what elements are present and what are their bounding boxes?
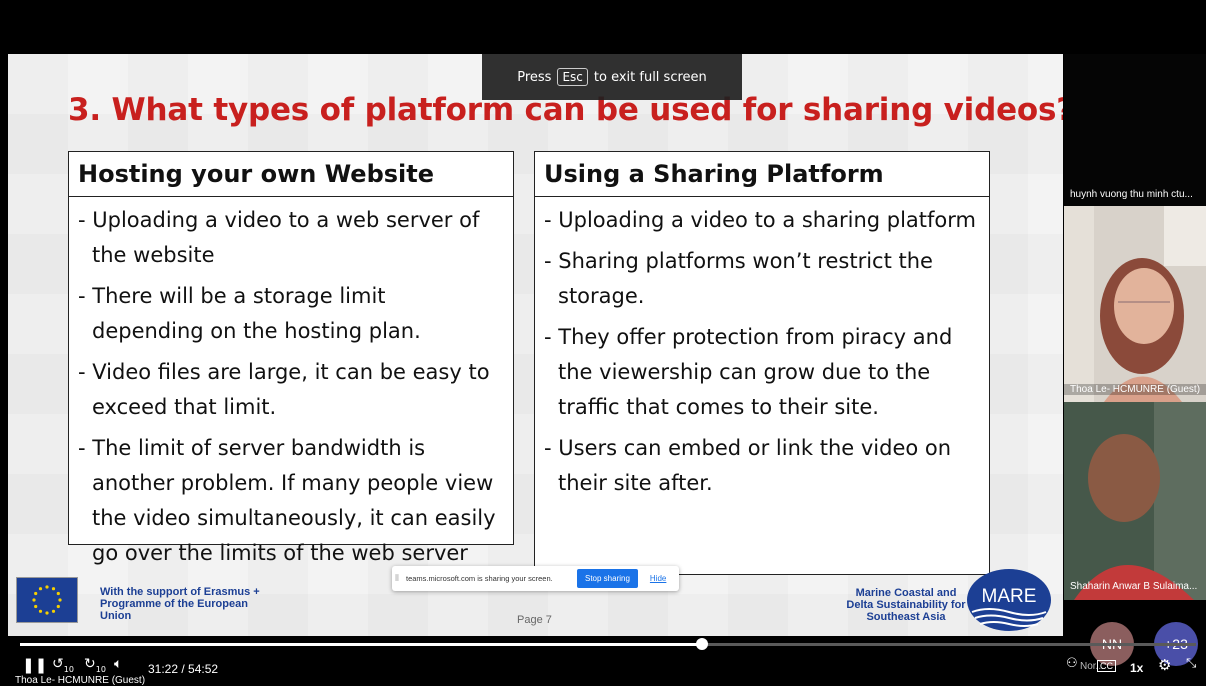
participant-tile-2[interactable]: Thoa Le- HCMUNRE (Guest) <box>1064 206 1206 402</box>
participant-name: huynh vuong thu minh ctu... <box>1070 189 1193 200</box>
participant-name: Thoa Le- HCMUNRE (Guest) <box>1064 384 1206 395</box>
left-column-heading: Hosting your own Website <box>69 152 513 197</box>
page-number: Page 7 <box>517 614 552 626</box>
right-column-heading: Using a Sharing Platform <box>535 152 989 197</box>
eu-flag-icon <box>16 577 78 623</box>
exit-fullscreen-icon[interactable]: ⤡ <box>1186 656 1196 671</box>
mare-logo: MARE <box>966 568 1052 632</box>
fullscreen-hint-press: Press <box>517 69 552 85</box>
list-item: - The limit of server bandwidth is anoth… <box>78 436 496 565</box>
stop-sharing-button[interactable]: Stop sharing <box>577 569 638 588</box>
rewind-10-icon[interactable]: ↺10 <box>52 656 74 674</box>
participant-tile-3[interactable]: Shaharin Anwar B Sulaima... <box>1064 402 1206 600</box>
volume-icon[interactable]: 🔈︎ <box>114 656 122 672</box>
mare-logo-text: MARE <box>982 586 1037 607</box>
esc-key: Esc <box>557 68 588 86</box>
list-item: - Uploading a video to a sharing platfor… <box>544 208 976 232</box>
list-item: - There will be a storage limit dependin… <box>78 284 421 343</box>
forward-10-icon[interactable]: ↻10 <box>84 656 106 674</box>
list-item: - Video files are large, it can be easy … <box>78 360 490 419</box>
time-display: 31:22 / 54:52 <box>148 662 219 676</box>
share-message: teams.microsoft.com is sharing your scre… <box>406 574 553 583</box>
list-item: - Sharing platforms won’t restrict the s… <box>544 249 933 308</box>
screen-share-bar: ⦀ teams.microsoft.com is sharing your sc… <box>392 566 679 591</box>
playback-speed[interactable]: 1x <box>1130 661 1143 675</box>
right-column-box: Using a Sharing Platform - Uploading a v… <box>534 151 990 575</box>
fullscreen-hint: Press Esc to exit full screen <box>482 54 742 100</box>
drag-handle-icon[interactable]: ⦀ <box>392 573 402 584</box>
progress-bar[interactable] <box>20 638 1196 650</box>
eu-support-text: With the support of Erasmus + Programme … <box>100 586 260 622</box>
mare-tagline: Marine Coastal and Delta Sustainability … <box>846 587 966 623</box>
people-icon[interactable]: ⚇ <box>1066 656 1078 671</box>
right-column-list: - Uploading a video to a sharing platfor… <box>535 197 989 501</box>
presenter-caption: Thoa Le- HCMUNRE (Guest) <box>12 675 149 686</box>
left-column-list: - Uploading a video to a web server of t… <box>69 197 513 571</box>
left-column-box: Hosting your own Website - Uploading a v… <box>68 151 514 565</box>
settings-icon[interactable]: ⚙ <box>1158 656 1171 674</box>
video-player: 3. What types of platform can be used fo… <box>0 0 1206 686</box>
list-item: - Users can embed or link the video on t… <box>544 436 952 495</box>
list-item: - They offer protection from piracy and … <box>544 325 953 419</box>
hide-share-bar-link[interactable]: Hide <box>650 574 666 583</box>
progress-handle[interactable] <box>696 638 709 650</box>
captions-button[interactable]: CC <box>1097 660 1116 672</box>
participant-video-2 <box>1064 206 1206 402</box>
current-time: 31:22 <box>148 662 179 676</box>
pause-icon[interactable]: ❚❚ <box>22 656 47 674</box>
total-time: 54:52 <box>188 662 219 676</box>
list-item: - Uploading a video to a web server of t… <box>78 208 480 267</box>
progress-fill <box>20 643 703 646</box>
participant-name: Shaharin Anwar B Sulaima... <box>1070 581 1198 592</box>
shared-slide: 3. What types of platform can be used fo… <box>8 54 1063 636</box>
participant-video-3 <box>1064 402 1206 600</box>
fullscreen-hint-rest: to exit full screen <box>593 69 707 85</box>
player-controls: ❚❚ ↺10 ↻10 🔈︎ 31:22 / 54:52 ⚇ Nor... CC … <box>0 650 1206 686</box>
participant-tile-1[interactable]: huynh vuong thu minh ctu... <box>1064 54 1206 206</box>
